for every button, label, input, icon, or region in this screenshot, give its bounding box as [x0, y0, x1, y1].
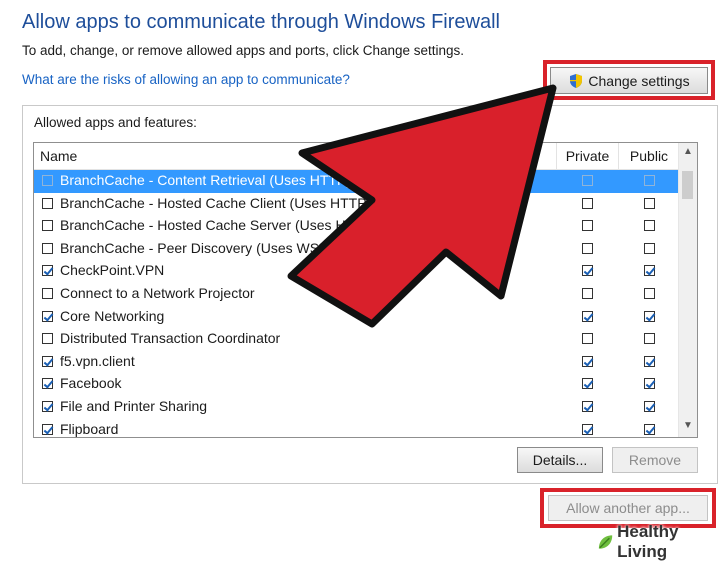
app-name: CheckPoint.VPN	[60, 262, 165, 279]
enable-checkbox[interactable]	[42, 288, 53, 299]
list-item[interactable]: BranchCache - Content Retrieval (Uses HT…	[34, 170, 679, 193]
enable-checkbox[interactable]	[42, 423, 53, 435]
column-private[interactable]: Private	[556, 143, 618, 169]
allow-another-app-button[interactable]: Allow another app...	[548, 495, 708, 521]
public-checkbox[interactable]	[644, 197, 655, 209]
enable-checkbox[interactable]	[42, 242, 53, 254]
watermark: Healthy Living	[596, 522, 728, 562]
enable-checkbox[interactable]	[42, 378, 53, 390]
enable-checkbox[interactable]	[42, 401, 53, 412]
column-public[interactable]: Public	[618, 143, 680, 169]
public-checkbox[interactable]	[644, 378, 655, 390]
public-checkbox[interactable]	[644, 401, 655, 412]
private-checkbox[interactable]	[582, 355, 593, 367]
private-checkbox[interactable]	[582, 310, 593, 322]
uac-shield-icon	[570, 73, 583, 88]
private-checkbox[interactable]	[582, 197, 593, 209]
risks-link[interactable]: What are the risks of allowing an app to…	[22, 72, 350, 87]
private-checkbox[interactable]	[582, 378, 593, 390]
public-checkbox[interactable]	[644, 288, 655, 299]
enable-checkbox[interactable]	[42, 355, 53, 367]
private-checkbox[interactable]	[582, 333, 593, 345]
page-subtitle: To add, change, or remove allowed apps a…	[22, 43, 465, 58]
allowed-apps-list[interactable]: Name Private Public BranchCache - Conten…	[33, 142, 698, 438]
change-settings-label: Change settings	[588, 72, 690, 89]
app-name: BranchCache - Peer Discovery (Uses WSD)	[60, 239, 334, 256]
app-name: f5.vpn.client	[60, 352, 135, 369]
app-name: BranchCache - Hosted Cache Server (Uses …	[60, 217, 386, 234]
page-title: Allow apps to communicate through Window…	[22, 11, 500, 33]
app-name: Facebook	[60, 375, 122, 392]
watermark-text: Healthy Living	[617, 522, 679, 561]
remove-label: Remove	[628, 452, 682, 468]
scroll-down-icon[interactable]: ▼	[679, 417, 697, 435]
app-name: File and Printer Sharing	[60, 398, 208, 414]
private-checkbox[interactable]	[582, 288, 593, 299]
public-checkbox[interactable]	[644, 423, 655, 435]
private-checkbox[interactable]	[582, 265, 593, 277]
public-checkbox[interactable]	[644, 333, 655, 345]
details-label: Details...	[532, 452, 588, 468]
enable-checkbox[interactable]	[42, 220, 53, 232]
enable-checkbox[interactable]	[42, 175, 53, 186]
app-name: Flipboard	[60, 420, 119, 437]
public-checkbox[interactable]	[644, 310, 655, 322]
public-checkbox[interactable]	[644, 265, 655, 277]
list-item[interactable]: Flipboard	[34, 419, 679, 437]
enable-checkbox[interactable]	[42, 197, 53, 209]
app-name: BranchCache - Content Retrieval (Uses HT…	[60, 172, 351, 188]
list-item[interactable]: BranchCache - Hosted Cache Server (Uses …	[34, 215, 679, 238]
list-item[interactable]: File and Printer Sharing	[34, 396, 679, 419]
details-button[interactable]: Details...	[517, 447, 603, 473]
list-item[interactable]: Distributed Transaction Coordinator	[34, 328, 679, 351]
list-item[interactable]: f5.vpn.client	[34, 351, 679, 374]
scroll-up-icon[interactable]: ▲	[679, 143, 697, 161]
public-checkbox[interactable]	[644, 242, 655, 254]
private-checkbox[interactable]	[582, 401, 593, 412]
public-checkbox[interactable]	[644, 355, 655, 367]
private-checkbox[interactable]	[582, 220, 593, 232]
app-name: BranchCache - Hosted Cache Client (Uses …	[60, 194, 381, 211]
app-name: Connect to a Network Projector	[60, 285, 255, 301]
enable-checkbox[interactable]	[42, 265, 53, 277]
allow-another-app-label: Allow another app...	[566, 500, 690, 516]
remove-button[interactable]: Remove	[612, 447, 698, 473]
list-item[interactable]: Connect to a Network Projector	[34, 283, 679, 306]
private-checkbox[interactable]	[582, 242, 593, 254]
list-item[interactable]: Core Networking	[34, 306, 679, 329]
private-checkbox[interactable]	[582, 423, 593, 435]
private-checkbox[interactable]	[582, 175, 593, 186]
change-settings-button[interactable]: Change settings	[550, 67, 708, 94]
allowed-apps-label: Allowed apps and features:	[34, 115, 197, 130]
scroll-thumb[interactable]	[682, 171, 693, 199]
list-item[interactable]: BranchCache - Hosted Cache Client (Uses …	[34, 193, 679, 216]
vertical-scrollbar[interactable]: ▲ ▼	[678, 143, 697, 437]
leaf-icon	[598, 535, 613, 549]
list-item[interactable]: BranchCache - Peer Discovery (Uses WSD)	[34, 238, 679, 261]
app-name: Distributed Transaction Coordinator	[60, 330, 281, 347]
enable-checkbox[interactable]	[42, 333, 53, 345]
list-header: Name Private Public	[34, 143, 697, 170]
list-item[interactable]: CheckPoint.VPN	[34, 260, 679, 283]
public-checkbox[interactable]	[644, 220, 655, 232]
public-checkbox[interactable]	[644, 175, 655, 186]
enable-checkbox[interactable]	[42, 310, 53, 322]
list-item[interactable]: Facebook	[34, 373, 679, 396]
column-name[interactable]: Name	[40, 143, 77, 169]
app-name: Core Networking	[60, 307, 165, 324]
